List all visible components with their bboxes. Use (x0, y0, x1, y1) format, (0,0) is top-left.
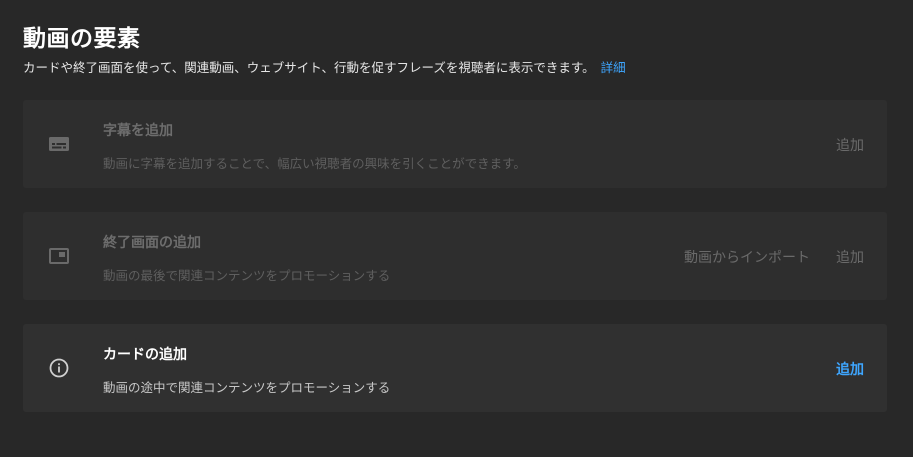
card-description: 動画の途中で関連コンテンツをプロモーションする (103, 380, 391, 395)
card-description: 動画に字幕を追加することで、幅広い視聴者の興味を引くことができます。 (103, 156, 526, 171)
card-title: 字幕を追加 (103, 123, 173, 139)
card-description: 動画の最後で関連コンテンツをプロモーションする (103, 268, 391, 283)
add-cards-card: カードの追加 動画の途中で関連コンテンツをプロモーションする 追加 (23, 324, 887, 412)
info-icon (47, 356, 71, 380)
subtitles-icon (47, 132, 71, 156)
card-text: 字幕を追加 動画に字幕を追加することで、幅広い視聴者の興味を引くことができます。 (103, 120, 526, 172)
page-description: カードや終了画面を使って、関連動画、ウェブサイト、行動を促すフレーズを視聴者に表… (23, 57, 626, 76)
import-from-video-button[interactable]: 動画からインポート (684, 247, 810, 267)
video-elements-page: 動画の要素 カードや終了画面を使って、関連動画、ウェブサイト、行動を促すフレーズ… (0, 0, 913, 457)
add-end-screen-card: 終了画面の追加 動画の最後で関連コンテンツをプロモーションする 動画からインポー… (23, 212, 887, 300)
add-end-screen-button[interactable]: 追加 (836, 247, 864, 267)
end-screen-icon (47, 244, 71, 268)
description-text: カードや終了画面を使って、関連動画、ウェブサイト、行動を促すフレーズを視聴者に表… (23, 60, 595, 75)
add-cards-button[interactable]: 追加 (836, 359, 864, 379)
page-title: 動画の要素 (23, 26, 141, 52)
card-text: 終了画面の追加 動画の最後で関連コンテンツをプロモーションする (103, 232, 390, 284)
card-text: カードの追加 動画の途中で関連コンテンツをプロモーションする (103, 344, 390, 396)
add-subtitles-button[interactable]: 追加 (836, 135, 864, 155)
details-link[interactable]: 詳細 (601, 60, 626, 75)
card-title: 終了画面の追加 (103, 235, 201, 251)
card-title: カードの追加 (103, 347, 187, 363)
add-subtitles-card: 字幕を追加 動画に字幕を追加することで、幅広い視聴者の興味を引くことができます。… (23, 100, 887, 188)
